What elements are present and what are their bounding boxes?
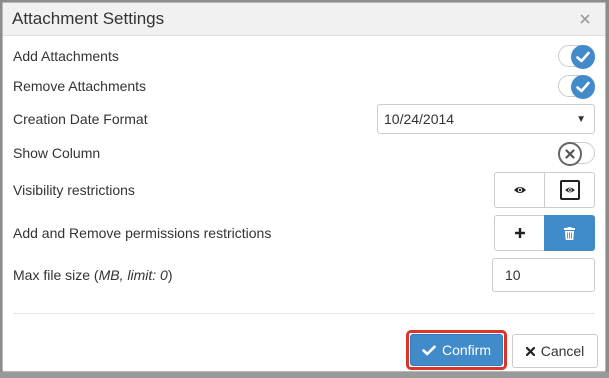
creation-date-format-label: Creation Date Format bbox=[13, 111, 148, 127]
footer-divider bbox=[13, 313, 595, 314]
confirm-label: Confirm bbox=[441, 342, 491, 358]
remove-attachments-toggle[interactable] bbox=[558, 75, 595, 99]
setting-add-attachments: Add Attachments bbox=[3, 44, 605, 69]
setting-visibility-restrictions: Visibility restrictions bbox=[3, 172, 605, 208]
attachment-settings-dialog: Attachment Settings Add Attachments Remo… bbox=[2, 2, 606, 372]
eye-boxed-icon bbox=[559, 180, 580, 200]
setting-remove-attachments: Remove Attachments bbox=[3, 74, 605, 99]
show-column-toggle[interactable] bbox=[558, 142, 595, 166]
setting-show-column: Show Column bbox=[3, 141, 605, 166]
dialog-header: Attachment Settings bbox=[3, 3, 605, 36]
cancel-button[interactable]: Cancel bbox=[512, 334, 598, 368]
visibility-button-group bbox=[494, 172, 595, 208]
plus-icon bbox=[514, 228, 525, 238]
visibility-show-button[interactable] bbox=[494, 172, 545, 208]
show-column-label: Show Column bbox=[13, 145, 101, 161]
setting-max-file-size: Max file size (MB, limit: 0) bbox=[3, 258, 605, 292]
add-attachments-label: Add Attachments bbox=[13, 48, 119, 64]
visibility-restrictions-label: Visibility restrictions bbox=[13, 182, 135, 198]
check-icon bbox=[571, 45, 595, 69]
confirm-button[interactable]: Confirm bbox=[410, 334, 503, 366]
check-icon bbox=[422, 345, 436, 355]
setting-add-remove-permissions: Add and Remove permissions restrictions bbox=[3, 215, 605, 251]
cancel-label: Cancel bbox=[540, 343, 585, 359]
add-permission-button[interactable] bbox=[494, 215, 545, 251]
close-icon bbox=[580, 14, 590, 24]
backdrop bbox=[0, 372, 609, 378]
eye-icon bbox=[513, 187, 526, 193]
x-icon bbox=[525, 346, 535, 356]
trash-icon bbox=[564, 226, 575, 240]
setting-creation-date-format: Creation Date Format 10/24/2014 ▼ bbox=[3, 104, 605, 134]
x-icon bbox=[558, 142, 582, 166]
remove-permission-button[interactable] bbox=[544, 215, 595, 251]
max-file-size-input[interactable] bbox=[492, 258, 595, 292]
creation-date-format-value: 10/24/2014 bbox=[384, 111, 455, 127]
caret-down-icon: ▼ bbox=[576, 113, 586, 125]
remove-attachments-label: Remove Attachments bbox=[13, 78, 147, 94]
add-remove-permissions-label: Add and Remove permissions restrictions bbox=[13, 225, 272, 241]
check-icon bbox=[571, 75, 595, 99]
max-file-size-label: Max file size (MB, limit: 0) bbox=[13, 267, 173, 283]
add-attachments-toggle[interactable] bbox=[558, 45, 595, 69]
close-button[interactable] bbox=[575, 9, 595, 29]
confirm-highlight: Confirm bbox=[406, 330, 507, 370]
visibility-restricted-button[interactable] bbox=[544, 172, 595, 208]
creation-date-format-select[interactable]: 10/24/2014 ▼ bbox=[377, 104, 595, 134]
permissions-button-group bbox=[494, 215, 595, 251]
dialog-title: Attachment Settings bbox=[12, 9, 165, 28]
